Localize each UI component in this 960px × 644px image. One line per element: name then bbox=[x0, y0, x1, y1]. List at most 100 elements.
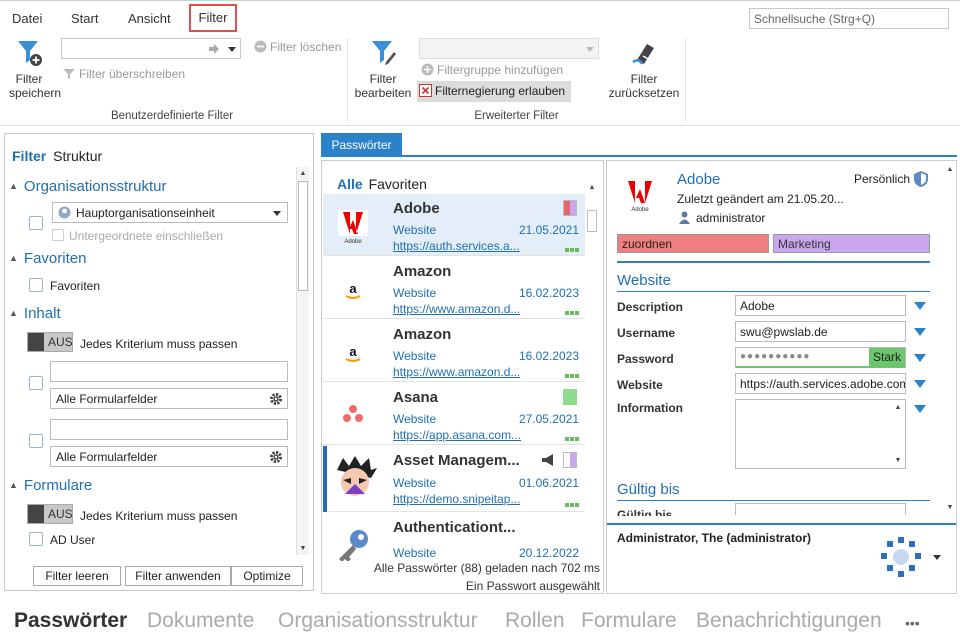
row-url-link[interactable]: https://www.amazon.d... bbox=[393, 365, 520, 379]
list-filter-all[interactable]: Alle bbox=[337, 176, 363, 192]
password-strength-badge: Stark bbox=[869, 348, 905, 366]
nav-more-icon[interactable]: ••• bbox=[905, 615, 920, 631]
org-unit-select[interactable]: Hauptorganisationseinheit bbox=[52, 202, 288, 223]
row-url-link[interactable]: https://auth.services.a... bbox=[393, 239, 520, 253]
textarea-scrollbar[interactable]: ▲ ▼ bbox=[892, 400, 905, 468]
forms-match-toggle[interactable]: AUS bbox=[27, 504, 73, 524]
chevron-down-icon[interactable] bbox=[933, 555, 941, 560]
svg-text:Adobe: Adobe bbox=[631, 207, 649, 213]
strength-dots bbox=[564, 241, 579, 255]
clear-filter-panel-button[interactable]: Filter leeren bbox=[33, 566, 121, 586]
nav-organisationsstruktur[interactable]: Organisationsstruktur bbox=[278, 609, 478, 633]
ribbon-separator bbox=[347, 38, 348, 122]
field-menu-arrow-icon[interactable] bbox=[914, 380, 926, 388]
list-item[interactable]: a Amazon Website 16.02.2023 https://www.… bbox=[323, 320, 585, 382]
menu-filter[interactable]: Filter bbox=[189, 4, 237, 32]
key-logo-icon bbox=[339, 530, 368, 562]
scroll-up-icon[interactable]: ▲ bbox=[297, 167, 309, 180]
user-avatar-icon[interactable] bbox=[879, 535, 923, 579]
valid-until-field[interactable] bbox=[735, 503, 906, 515]
section-formulare[interactable]: ▲ Formulare bbox=[9, 477, 92, 494]
menu-start[interactable]: Start bbox=[71, 11, 98, 26]
filter-group-select[interactable] bbox=[419, 38, 599, 59]
content-criterion-2-checkbox[interactable] bbox=[29, 434, 43, 448]
list-item[interactable]: Asset Managem... Website 01.06.2021 http… bbox=[323, 446, 585, 512]
content-match-toggle[interactable]: AUS bbox=[27, 332, 73, 352]
label-username: Username bbox=[617, 326, 676, 340]
tag-chip-zuordnen[interactable]: zuordnen bbox=[617, 234, 769, 253]
megaphone-icon bbox=[542, 454, 553, 466]
tab-filter[interactable]: Filter bbox=[12, 148, 46, 164]
org-checkbox[interactable] bbox=[29, 216, 43, 230]
list-item[interactable]: Asana Website 27.05.2021 https://app.asa… bbox=[323, 383, 585, 445]
website-field[interactable]: https://auth.services.adobe.com bbox=[735, 373, 906, 394]
label-website: Website bbox=[617, 378, 663, 392]
edit-filter-button[interactable]: Filter bearbeiten bbox=[352, 38, 414, 100]
section-organisationsstruktur[interactable]: ▲ Organisationsstruktur bbox=[9, 178, 166, 195]
quicksearch-input[interactable]: Schnellsuche (Strg+Q) bbox=[749, 8, 949, 29]
scroll-down-icon[interactable]: ▼ bbox=[892, 454, 904, 467]
nav-rollen[interactable]: Rollen bbox=[505, 609, 565, 633]
list-filter-favoriten[interactable]: Favoriten bbox=[369, 176, 427, 192]
ad-user-checkbox[interactable] bbox=[29, 532, 43, 546]
row-url-link[interactable]: https://demo.snipeitap... bbox=[393, 492, 520, 506]
nav-passwoerter[interactable]: Passwörter bbox=[14, 609, 127, 633]
apply-filter-button[interactable]: Filter anwenden bbox=[125, 566, 231, 586]
filter-edit-icon bbox=[372, 41, 396, 65]
tab-structure[interactable]: Struktur bbox=[53, 148, 102, 164]
label-description: Description bbox=[617, 300, 684, 314]
section-favoriten[interactable]: ▲ Favoriten bbox=[9, 250, 86, 267]
scroll-thumb[interactable] bbox=[587, 210, 597, 232]
tab-passwoerter[interactable]: Passwörter bbox=[321, 133, 402, 157]
content-criterion-1-checkbox[interactable] bbox=[29, 376, 43, 390]
content-criterion-2-input[interactable] bbox=[50, 419, 288, 440]
adobe-logo-icon: Adobe bbox=[625, 179, 655, 213]
nav-formulare[interactable]: Formulare bbox=[581, 609, 677, 633]
scroll-up-icon[interactable]: ▲ bbox=[944, 163, 956, 176]
save-filter-button[interactable]: Filter speichern bbox=[2, 38, 61, 100]
scroll-down-icon[interactable]: ▼ bbox=[297, 542, 309, 555]
saved-filter-select[interactable] bbox=[61, 38, 241, 59]
nav-dokumente[interactable]: Dokumente bbox=[147, 609, 254, 633]
scroll-thumb[interactable] bbox=[298, 181, 308, 291]
clear-filter-button[interactable]: Filter löschen bbox=[254, 40, 341, 54]
allow-negation-toggle[interactable]: Filternegierung erlauben bbox=[417, 81, 571, 102]
content-criterion-1-input[interactable] bbox=[50, 361, 288, 382]
scroll-up-icon[interactable]: ▲ bbox=[586, 181, 598, 194]
detail-scrollbar[interactable]: ▲ ▼ bbox=[944, 161, 956, 515]
row-url-link[interactable]: https://www.amazon.d... bbox=[393, 302, 520, 316]
password-field[interactable]: ●●●●●●●●●● Stark bbox=[735, 347, 906, 368]
field-menu-arrow-icon[interactable] bbox=[914, 302, 926, 310]
username-field[interactable]: swu@pwslab.de bbox=[735, 321, 906, 342]
menu-datei[interactable]: Datei bbox=[12, 11, 42, 26]
filter-panel-scrollbar[interactable]: ▲ ▼ bbox=[296, 167, 309, 555]
list-item[interactable]: Adobe Adobe Website 21.05.2021 https://a… bbox=[323, 194, 585, 256]
tag-color-indicator bbox=[563, 389, 577, 405]
scroll-down-icon[interactable]: ▼ bbox=[944, 501, 956, 514]
tag-chip-marketing[interactable]: Marketing bbox=[773, 234, 930, 253]
row-url-link[interactable]: https://app.asana.com... bbox=[393, 428, 521, 442]
field-menu-arrow-icon[interactable] bbox=[914, 328, 926, 336]
list-item[interactable]: a Amazon Website 16.02.2023 https://www.… bbox=[323, 257, 585, 319]
optimize-button[interactable]: Optimize bbox=[231, 566, 303, 586]
section-inhalt[interactable]: ▲ Inhalt bbox=[9, 305, 61, 322]
content-criterion-1-field-select[interactable]: Alle Formularfelder bbox=[50, 388, 288, 409]
overwrite-filter-button[interactable]: Filter überschreiben bbox=[62, 67, 185, 81]
nav-benachrichtigungen[interactable]: Benachrichtigungen bbox=[696, 609, 882, 633]
information-textarea[interactable]: ▲ ▼ bbox=[735, 399, 906, 469]
user-icon bbox=[679, 211, 690, 224]
favoriten-checkbox[interactable] bbox=[29, 278, 43, 292]
gear-icon[interactable] bbox=[269, 392, 283, 406]
reset-filter-button[interactable]: Filter zurücksetzen bbox=[606, 38, 682, 100]
password-list: Alle Favoriten Adobe Adobe Website 21.05… bbox=[321, 160, 604, 594]
content-criterion-2-field-select[interactable]: Alle Formularfelder bbox=[50, 446, 288, 467]
list-scrollbar[interactable]: ▲ bbox=[586, 181, 599, 561]
scroll-up-icon[interactable]: ▲ bbox=[892, 401, 904, 414]
menu-ansicht[interactable]: Ansicht bbox=[128, 11, 171, 26]
field-menu-arrow-icon[interactable] bbox=[914, 354, 926, 362]
gear-icon[interactable] bbox=[269, 450, 283, 464]
include-sub-checkbox[interactable] bbox=[52, 229, 64, 241]
add-filtergroup-button[interactable]: Filtergruppe hinzufügen bbox=[421, 63, 563, 77]
field-menu-arrow-icon[interactable] bbox=[914, 405, 926, 413]
description-field[interactable]: Adobe bbox=[735, 295, 906, 316]
